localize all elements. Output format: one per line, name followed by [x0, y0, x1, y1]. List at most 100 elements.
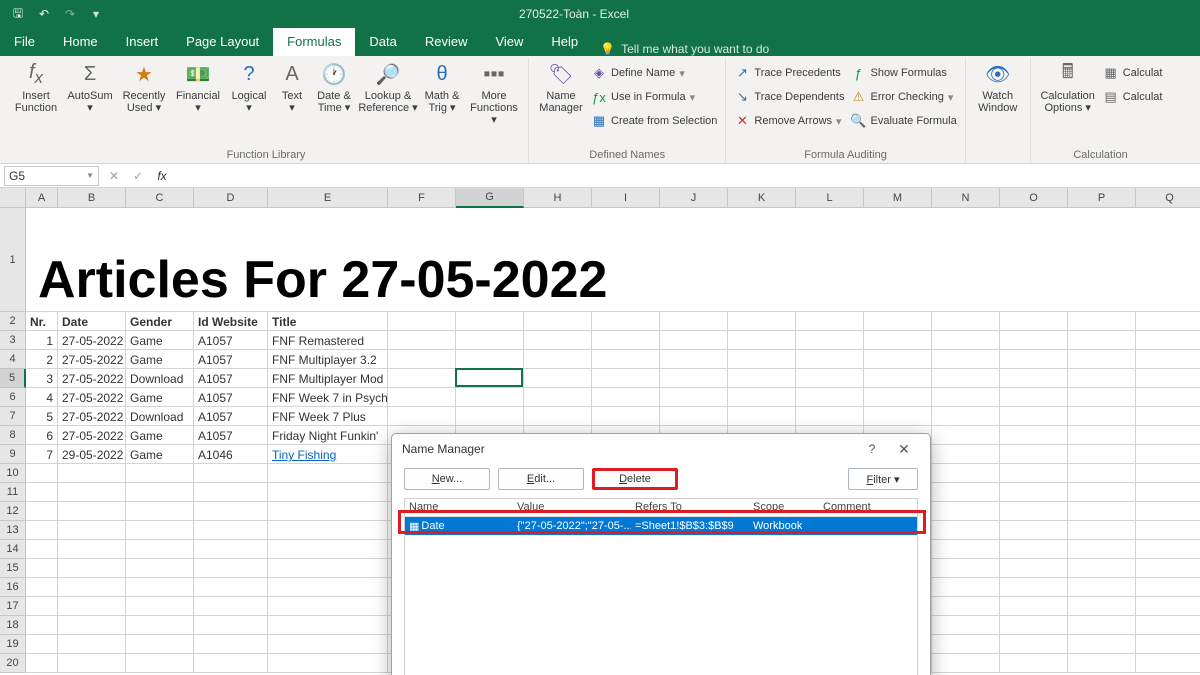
- cell-date[interactable]: 29-05-2022: [58, 445, 126, 464]
- cell-nr[interactable]: 2: [26, 350, 58, 369]
- use-in-formula-button[interactable]: ƒxUse in Formula ▾: [589, 86, 719, 108]
- cell-date[interactable]: 27-05-2022: [58, 331, 126, 350]
- col-header-C[interactable]: C: [126, 188, 194, 208]
- list-row[interactable]: ▦Date {"27-05-2022";"27-05-... =Sheet1!$…: [405, 517, 917, 535]
- col-header-H[interactable]: H: [524, 188, 592, 208]
- row-header-7[interactable]: 7: [0, 407, 26, 426]
- cell-title[interactable]: FNF Remastered: [268, 331, 388, 350]
- row-header-19[interactable]: 19: [0, 635, 26, 654]
- cell-gender[interactable]: Download: [126, 369, 194, 388]
- cell-date[interactable]: 27-05-2022: [58, 369, 126, 388]
- cell-idwebsite[interactable]: A1046: [194, 445, 268, 464]
- calculate-sheet-button[interactable]: ▤Calculat: [1101, 86, 1165, 108]
- cell-title[interactable]: Tiny Fishing: [268, 445, 388, 464]
- tab-help[interactable]: Help: [537, 28, 592, 56]
- calculate-now-button[interactable]: ▦Calculat: [1101, 62, 1165, 84]
- cell-idwebsite[interactable]: A1057: [194, 331, 268, 350]
- row-header-2[interactable]: 2: [0, 312, 26, 331]
- fx-button-icon[interactable]: fx: [153, 169, 171, 183]
- cell-date[interactable]: 27-05-2022: [58, 388, 126, 407]
- header-a[interactable]: Nr.: [26, 312, 58, 331]
- col-header-I[interactable]: I: [592, 188, 660, 208]
- error-checking-button[interactable]: ⚠Error Checking ▾: [848, 86, 958, 108]
- delete-button[interactable]: Delete: [592, 468, 678, 490]
- row-header-18[interactable]: 18: [0, 616, 26, 635]
- row-header-20[interactable]: 20: [0, 654, 26, 673]
- tab-formulas[interactable]: Formulas: [273, 28, 355, 56]
- col-header-A[interactable]: A: [26, 188, 58, 208]
- header-c[interactable]: Gender: [126, 312, 194, 331]
- cell-nr[interactable]: 6: [26, 426, 58, 445]
- show-formulas-button[interactable]: ƒShow Formulas: [848, 62, 958, 84]
- filter-button[interactable]: Filter ▾: [848, 468, 918, 490]
- col-header-K[interactable]: K: [728, 188, 796, 208]
- col-header-L[interactable]: L: [796, 188, 864, 208]
- cancel-icon[interactable]: ✕: [105, 169, 123, 183]
- help-button[interactable]: ?: [856, 442, 888, 456]
- cell-date[interactable]: 27-05-2022: [58, 407, 126, 426]
- tab-view[interactable]: View: [481, 28, 537, 56]
- row-header-8[interactable]: 8: [0, 426, 26, 445]
- cell-title[interactable]: FNF Week 7 in Psych: [268, 388, 388, 407]
- cell-idwebsite[interactable]: A1057: [194, 388, 268, 407]
- autosum-button[interactable]: ΣAutoSum▾: [64, 60, 116, 114]
- col-header-G[interactable]: G: [456, 188, 524, 208]
- tell-me[interactable]: 💡 Tell me what you want to do: [600, 42, 769, 56]
- names-list[interactable]: Name Value Refers To Scope Comment ▦Date…: [404, 498, 918, 675]
- cell-nr[interactable]: 3: [26, 369, 58, 388]
- col-header-J[interactable]: J: [660, 188, 728, 208]
- edit-button[interactable]: Edit...: [498, 468, 584, 490]
- header-d[interactable]: Id Website: [194, 312, 268, 331]
- row-header-3[interactable]: 3: [0, 331, 26, 350]
- calc-options-button[interactable]: 🖩Calculation Options ▾: [1037, 60, 1099, 114]
- create-from-selection-button[interactable]: ▦Create from Selection: [589, 110, 719, 132]
- row-header-15[interactable]: 15: [0, 559, 26, 578]
- cell-gender[interactable]: Game: [126, 388, 194, 407]
- trace-precedents-button[interactable]: ↗Trace Precedents: [732, 62, 846, 84]
- col-header-D[interactable]: D: [194, 188, 268, 208]
- col-header-O[interactable]: O: [1000, 188, 1068, 208]
- row-header-11[interactable]: 11: [0, 483, 26, 502]
- cell-gender[interactable]: Download: [126, 407, 194, 426]
- row-header-12[interactable]: 12: [0, 502, 26, 521]
- name-box[interactable]: G5▼: [4, 166, 99, 186]
- cell-idwebsite[interactable]: A1057: [194, 369, 268, 388]
- cell-nr[interactable]: 4: [26, 388, 58, 407]
- more-functions-button[interactable]: ▪▪▪More Functions ▾: [466, 60, 522, 126]
- cell-gender[interactable]: Game: [126, 350, 194, 369]
- row-header-1[interactable]: 1: [0, 208, 26, 312]
- close-icon[interactable]: ✕: [888, 441, 920, 458]
- name-manager-button[interactable]: 🏷Name Manager: [535, 60, 587, 114]
- tab-file[interactable]: File: [0, 28, 49, 56]
- row-header-4[interactable]: 4: [0, 350, 26, 369]
- math-trig-button[interactable]: θMath & Trig ▾: [420, 60, 464, 114]
- cell-gender[interactable]: Game: [126, 445, 194, 464]
- cell-idwebsite[interactable]: A1057: [194, 407, 268, 426]
- col-header-E[interactable]: E: [268, 188, 388, 208]
- row-header-14[interactable]: 14: [0, 540, 26, 559]
- financial-button[interactable]: 💵Financial▾: [172, 60, 224, 114]
- col-header-Q[interactable]: Q: [1136, 188, 1200, 208]
- row-header-10[interactable]: 10: [0, 464, 26, 483]
- cell-title[interactable]: FNF Multiplayer 3.2: [268, 350, 388, 369]
- lookup-button[interactable]: 🔎Lookup & Reference ▾: [358, 60, 418, 114]
- cell-gender[interactable]: Game: [126, 331, 194, 350]
- col-header-P[interactable]: P: [1068, 188, 1136, 208]
- row-header-17[interactable]: 17: [0, 597, 26, 616]
- row-header-5[interactable]: 5: [0, 369, 26, 388]
- define-name-button[interactable]: ◈Define Name ▾: [589, 62, 719, 84]
- cell-title[interactable]: FNF Week 7 Plus: [268, 407, 388, 426]
- logical-button[interactable]: ?Logical▾: [226, 60, 272, 114]
- header-b[interactable]: Date: [58, 312, 126, 331]
- cell-title[interactable]: Friday Night Funkin': [268, 426, 388, 445]
- tab-insert[interactable]: Insert: [112, 28, 173, 56]
- watch-window-button[interactable]: 👁Watch Window: [972, 60, 1024, 114]
- col-header-B[interactable]: B: [58, 188, 126, 208]
- insert-function-button[interactable]: fxInsert Function: [10, 60, 62, 114]
- qat-customize-icon[interactable]: ▾: [84, 3, 108, 25]
- cell-nr[interactable]: 7: [26, 445, 58, 464]
- row-header-13[interactable]: 13: [0, 521, 26, 540]
- remove-arrows-button[interactable]: ✕Remove Arrows ▾: [732, 110, 846, 132]
- cell-date[interactable]: 27-05-2022: [58, 426, 126, 445]
- tab-data[interactable]: Data: [355, 28, 410, 56]
